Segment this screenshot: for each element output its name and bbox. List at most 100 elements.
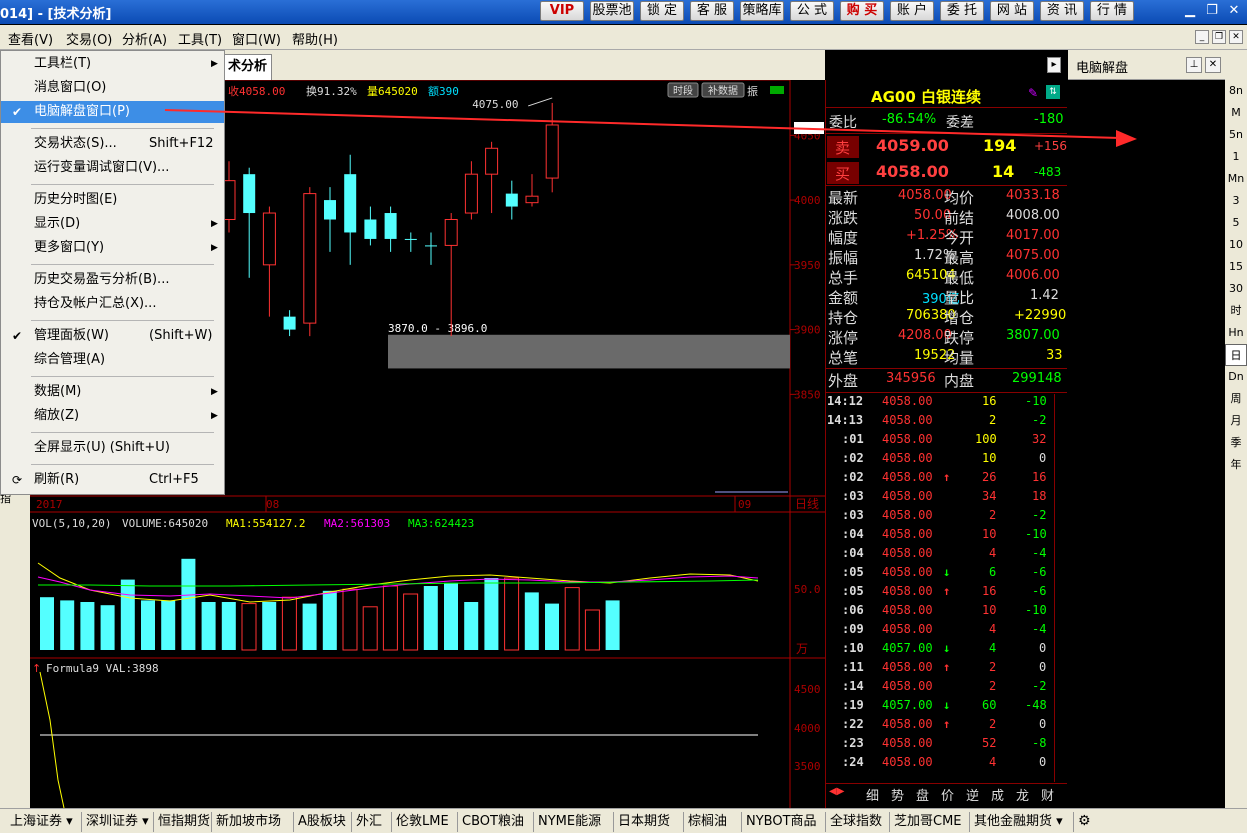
period-button[interactable]: 30 xyxy=(1225,278,1247,300)
toolbar-button[interactable]: 股票池 xyxy=(590,1,634,21)
view-menu-item[interactable]: 全屏显示(U) (Shift+U) xyxy=(1,437,224,459)
menu-item[interactable]: 工具(T) xyxy=(178,29,222,48)
quote-bottom-tab[interactable]: 价 xyxy=(941,785,954,804)
market-tab[interactable]: A股板块 xyxy=(294,812,352,832)
toolbar-button[interactable]: 客 服 xyxy=(690,1,734,21)
menu-item[interactable]: 交易(O) xyxy=(66,29,112,48)
period-button[interactable]: 3 xyxy=(1225,190,1247,212)
menu-item[interactable]: 帮助(H) xyxy=(292,29,338,48)
period-button[interactable]: Dn xyxy=(1225,366,1247,388)
period-button[interactable]: M xyxy=(1225,102,1247,124)
quote-bottom-tab[interactable]: 细 xyxy=(866,785,879,804)
market-tab[interactable]: 上海证券 ▾ xyxy=(6,812,82,832)
quote-bottom-tab[interactable]: 势 xyxy=(891,785,904,804)
market-tab[interactable]: 全球指数 xyxy=(826,812,890,832)
period-button[interactable]: Mn xyxy=(1225,168,1247,190)
vol-unit-label: 万 xyxy=(796,642,808,656)
quote-bottom-tab[interactable]: 盘 xyxy=(916,785,929,804)
toolbar-button[interactable]: 网 站 xyxy=(990,1,1034,21)
tick-delta: 18 xyxy=(1032,489,1047,503)
view-menu-item[interactable]: 更多窗口(Y) ▶ xyxy=(1,237,224,259)
market-tab[interactable]: 日本期货 xyxy=(614,812,684,832)
market-tab[interactable]: NYBOT商品 xyxy=(742,812,826,832)
volume-bar xyxy=(221,602,236,650)
view-menu-item-label: 消息窗口(O) xyxy=(34,80,107,95)
toolbar-button[interactable]: 锁 定 xyxy=(640,1,684,21)
period-button[interactable]: 日 xyxy=(1225,344,1247,366)
period-button[interactable]: 月 xyxy=(1225,410,1247,432)
period-button[interactable]: 周 xyxy=(1225,388,1247,410)
fav-icon[interactable]: ✎ xyxy=(1028,86,1038,100)
market-tab[interactable]: 外汇 xyxy=(352,812,392,832)
mdi-close-icon[interactable]: ✕ xyxy=(1229,30,1243,44)
toolbar-button[interactable]: 账 户 xyxy=(890,1,934,21)
switch-icon[interactable]: ⇅ xyxy=(1046,85,1060,99)
menu-item[interactable]: 窗口(W) xyxy=(232,29,281,48)
view-menu-item[interactable]: 工具栏(T) ▶ xyxy=(1,53,224,75)
quote-bottom-tab[interactable]: 龙 xyxy=(1016,785,1029,804)
view-menu-item[interactable]: 历史分时图(E) xyxy=(1,189,224,211)
pin-icon[interactable]: ⊥ xyxy=(1186,57,1202,73)
period-button[interactable]: 10 xyxy=(1225,234,1247,256)
view-menu-item[interactable]: 数据(M) ▶ xyxy=(1,381,224,403)
quote-bottom-tab[interactable]: 成 xyxy=(991,785,1004,804)
view-menu-item[interactable]: 消息窗口(O) xyxy=(1,77,224,99)
view-menu-item[interactable]: 缩放(Z) ▶ xyxy=(1,405,224,427)
tick-price: 4058.00 xyxy=(882,736,933,750)
panel-close-icon[interactable]: ✕ xyxy=(1205,57,1221,73)
view-menu-item[interactable]: 持仓及帐户汇总(X)... xyxy=(1,293,224,315)
market-tab[interactable]: 其他金融期货 ▾ xyxy=(970,812,1074,832)
toolbar-button[interactable]: 购 买 xyxy=(840,1,884,21)
market-tab[interactable]: 芝加哥CME xyxy=(890,812,970,832)
menu-item[interactable]: 查看(V) xyxy=(8,29,53,48)
mdi-minimize-icon[interactable]: _ xyxy=(1195,30,1209,44)
period-button[interactable]: 5 xyxy=(1225,212,1247,234)
market-tab[interactable]: 棕榈油 xyxy=(684,812,742,832)
settings-gear-icon[interactable]: ⚙ xyxy=(1078,813,1091,829)
view-menu-item[interactable]: ⟳ 刷新(R) Ctrl+F5 xyxy=(1,469,224,491)
market-tab[interactable]: CBOT粮油 xyxy=(458,812,534,832)
quote-field-value: 4017.00 xyxy=(1006,228,1060,243)
view-menu-item[interactable]: 显示(D) ▶ xyxy=(1,213,224,235)
tab-scroll-right-icon[interactable]: ▸ xyxy=(1047,57,1061,73)
toolbar-button[interactable]: 资 讯 xyxy=(1040,1,1084,21)
formula-curve xyxy=(39,671,65,808)
mdi-restore-icon[interactable]: ❐ xyxy=(1212,30,1226,44)
minimize-icon[interactable]: ▁ xyxy=(1180,2,1200,20)
up-arrow-icon: ↑ xyxy=(943,717,951,731)
menu-item[interactable]: 分析(A) xyxy=(122,29,167,48)
tab-technical-analysis[interactable]: 术分析 xyxy=(220,54,272,80)
period-button[interactable]: 15 xyxy=(1225,256,1247,278)
quote-bottom-tab[interactable]: 逆 xyxy=(966,785,979,804)
period-button[interactable]: Hn xyxy=(1225,322,1247,344)
period-button[interactable]: 年 xyxy=(1225,454,1247,476)
market-tab[interactable]: NYME能源 xyxy=(534,812,614,832)
toolbar-button[interactable]: VIP xyxy=(540,1,584,21)
toolbar-button[interactable]: 委 托 xyxy=(940,1,984,21)
period-button[interactable]: 1 xyxy=(1225,146,1247,168)
quote-field-value: 1.42 xyxy=(1030,288,1059,303)
restore-icon[interactable]: ❐ xyxy=(1202,2,1222,20)
view-menu-item[interactable]: 运行变量调试窗口(V)... xyxy=(1,157,224,179)
view-menu-item[interactable]: ✔ 电脑解盘窗口(P) xyxy=(1,101,224,123)
view-menu-item[interactable]: 综合管理(A) xyxy=(1,349,224,371)
view-menu-item-shortcut: Ctrl+F5 xyxy=(149,472,199,487)
market-tab[interactable]: 伦敦LME xyxy=(392,812,458,832)
period-button[interactable]: 季 xyxy=(1225,432,1247,454)
toolbar-button[interactable]: 公 式 xyxy=(790,1,834,21)
period-button[interactable]: 8n xyxy=(1225,80,1247,102)
market-tab[interactable]: 新加坡市场 xyxy=(212,812,294,832)
view-menu-item[interactable]: ✔ 管理面板(W) (Shift+W) xyxy=(1,325,224,347)
market-tab[interactable]: 深圳证券 ▾ xyxy=(82,812,154,832)
period-button[interactable]: 5n xyxy=(1225,124,1247,146)
close-icon[interactable]: ✕ xyxy=(1224,2,1244,20)
toolbar-button[interactable]: 策略库 xyxy=(740,1,784,21)
tab-scroll-icon[interactable]: ◀▶ xyxy=(829,786,859,802)
tick-scrollbar[interactable] xyxy=(1054,394,1066,782)
view-menu-item[interactable]: 交易状态(S)... Shift+F12 xyxy=(1,133,224,155)
view-menu-item[interactable]: 历史交易盈亏分析(B)... xyxy=(1,269,224,291)
market-tab[interactable]: 恒指期货 xyxy=(154,812,212,832)
toolbar-button[interactable]: 行 情 xyxy=(1090,1,1134,21)
period-button[interactable]: 时 xyxy=(1225,300,1247,322)
quote-bottom-tab[interactable]: 财 xyxy=(1041,785,1054,804)
